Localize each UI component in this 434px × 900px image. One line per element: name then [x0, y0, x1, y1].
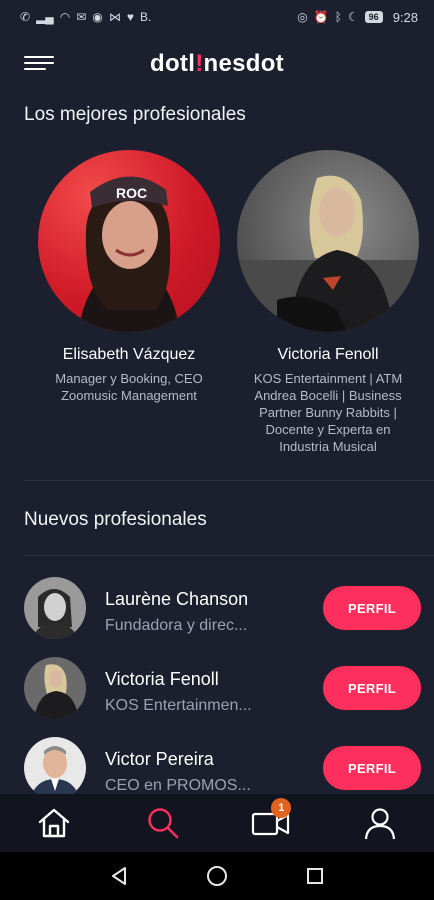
call-icon: ✆	[20, 10, 31, 24]
featured-role: Manager y Booking, CEO Zoomusic Manageme…	[55, 371, 203, 403]
profile-icon	[364, 808, 395, 840]
section-title-new: Nuevos profesionales	[24, 509, 207, 530]
list-item-subtitle: Fundadora y direc...	[105, 617, 248, 634]
status-right: ◎ ⏰ ᛒ ☾ 96 9:28	[297, 10, 418, 25]
perfil-button[interactable]: PERFIL	[323, 666, 421, 710]
list-item-name: Victoria Fenoll	[105, 669, 219, 689]
svg-text:ROC: ROC	[116, 185, 147, 201]
list-item-name: Laurène Chanson	[105, 589, 249, 609]
avatar: ROC	[38, 150, 220, 332]
tab-home[interactable]	[24, 794, 84, 852]
home-icon	[39, 808, 70, 838]
search-icon	[148, 808, 179, 839]
battery-indicator: 96	[364, 11, 383, 23]
avatar	[24, 737, 86, 799]
alarm-icon: ⏰	[313, 10, 329, 24]
gmail-icon: ⋈	[108, 10, 121, 24]
list-item[interactable]: Victor Pereira CEO en PROMOS... PERFIL	[0, 733, 434, 803]
tab-video[interactable]: 1	[241, 794, 301, 852]
twitter-icon: ♥	[126, 10, 134, 24]
bluetooth-icon: ᛒ	[334, 10, 342, 24]
system-nav-bar	[0, 852, 434, 900]
nav-back-button[interactable]	[99, 856, 139, 896]
featured-role: KOS Entertainment | ATM Andrea Bocelli |…	[253, 371, 403, 454]
portrait-image	[24, 737, 86, 799]
featured-card[interactable]: ROC Elisabeth Vázquez Manager y Booking,…	[34, 150, 224, 404]
bottom-tab-bar: 1	[0, 794, 434, 852]
tab-search[interactable]	[133, 794, 193, 852]
home-circle-icon	[207, 866, 227, 886]
perfil-button[interactable]: PERFIL	[323, 746, 421, 790]
featured-professionals: ROC Elisabeth Vázquez Manager y Booking,…	[0, 150, 434, 470]
back-icon	[112, 867, 126, 885]
wifi-icon: ◠	[59, 10, 71, 24]
avatar	[237, 150, 419, 332]
portrait-image: ROC	[78, 176, 180, 332]
moon-icon: ☾	[347, 10, 359, 24]
status-bar: ✆ ▂▄ ◠ ✉ ◉ ⋈ ♥ B. ◎ ⏰ ᛒ ☾ 96 9:28	[0, 0, 434, 34]
mail-icon: ✉	[76, 10, 87, 24]
divider	[24, 480, 434, 481]
signal-icon: ▂▄	[36, 10, 54, 24]
avatar	[24, 577, 86, 639]
list-item-subtitle: CEO en PROMOS...	[105, 777, 251, 794]
spotify-icon: ◉	[92, 10, 103, 24]
featured-name: Elisabeth Vázquez	[62, 346, 196, 363]
eye-icon: ◎	[297, 10, 308, 24]
featured-card[interactable]: Victoria Fenoll KOS Entertainment | ATM …	[233, 150, 423, 455]
behance-icon: B.	[139, 10, 152, 24]
status-left: ✆ ▂▄ ◠ ✉ ◉ ⋈ ♥ B.	[20, 11, 151, 23]
portrait-image	[237, 175, 419, 332]
nav-recents-button[interactable]	[295, 856, 335, 896]
list-item-name: Victor Pereira	[105, 749, 214, 769]
featured-name: Victoria Fenoll	[277, 346, 379, 363]
avatar	[24, 657, 86, 719]
status-clock: 9:28	[392, 9, 418, 25]
perfil-button[interactable]: PERFIL	[323, 586, 421, 630]
portrait-image	[24, 577, 86, 639]
recents-icon	[307, 868, 323, 884]
list-item[interactable]: Victoria Fenoll KOS Entertainmen... PERF…	[0, 653, 434, 723]
portrait-image	[24, 657, 86, 719]
list-item-subtitle: KOS Entertainmen...	[105, 697, 252, 714]
divider	[24, 555, 434, 556]
nav-home-button[interactable]	[197, 856, 237, 896]
app-logo: dotl!nesdot	[150, 50, 284, 77]
section-title-best: Los mejores profesionales	[24, 104, 246, 125]
list-item[interactable]: Laurène Chanson Fundadora y direc... PER…	[0, 573, 434, 643]
app-bar: dotl!nesdot	[0, 40, 434, 90]
tab-profile[interactable]	[350, 794, 410, 852]
